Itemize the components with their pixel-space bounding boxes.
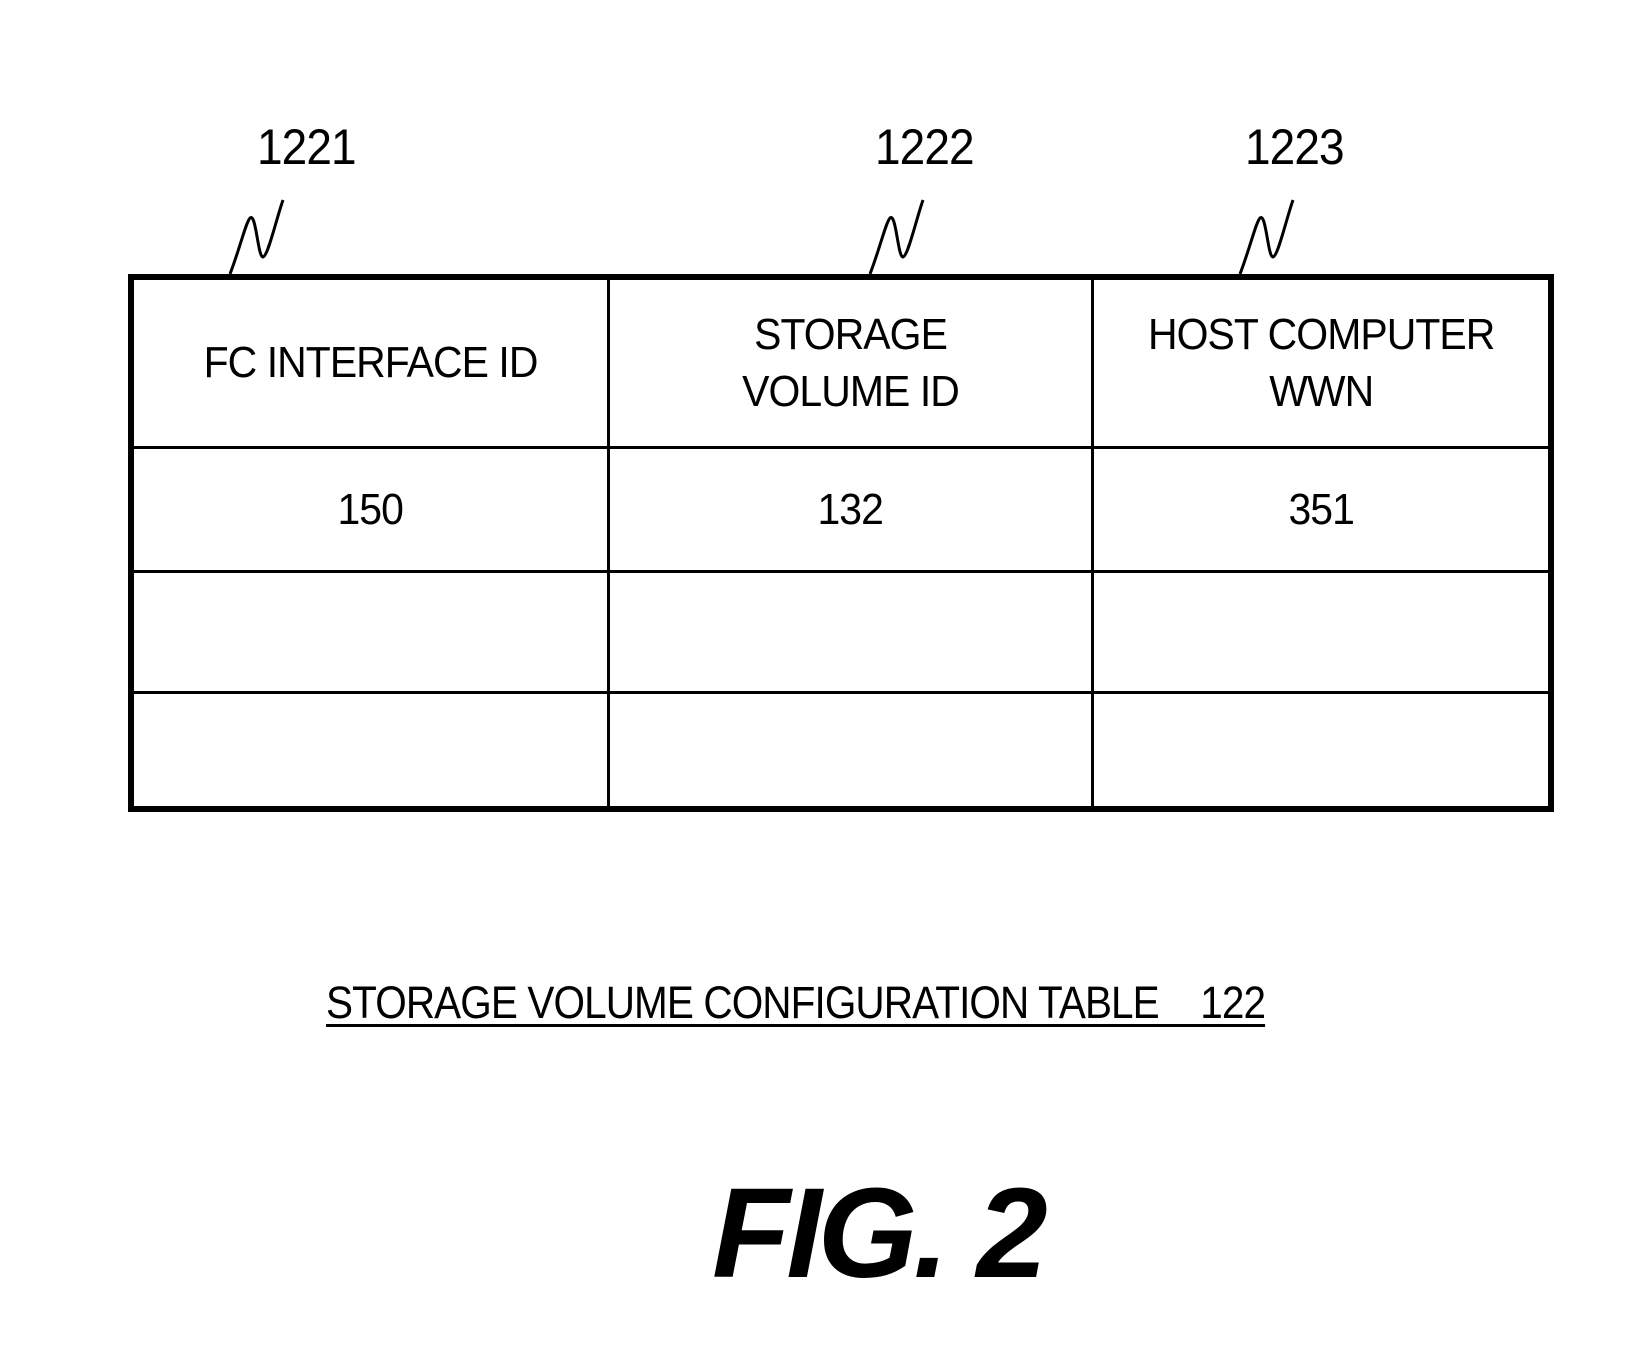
leader-line-1222 [868,199,925,275]
figure-label: FIG. 2 [712,1162,1048,1305]
cell-fc-interface-id [134,694,607,806]
table-row: 150 132 351 [134,446,1548,570]
cell-host-computer-wwn [1091,573,1548,691]
table-row [134,570,1548,691]
table-header-row: FC INTERFACE ID STORAGE VOLUME ID HOST C… [134,280,1548,446]
cell-host-computer-wwn [1091,694,1548,806]
header-storage-volume-id: STORAGE VOLUME ID [607,280,1091,446]
storage-volume-configuration-table: FC INTERFACE ID STORAGE VOLUME ID HOST C… [128,274,1554,812]
cell-host-computer-wwn: 351 [1091,449,1548,570]
header-fc-interface-id: FC INTERFACE ID [203,338,539,388]
leader-line-1223 [1238,199,1295,275]
cell-fc-interface-id: 150 [337,484,404,534]
cell-storage-volume-id [607,573,1091,691]
header-host-computer-wwn: HOST COMPUTER WWN [1091,280,1548,446]
table-caption: STORAGE VOLUME CONFIGURATION TABLE 122 [326,977,1266,1028]
cell-storage-volume-id [607,694,1091,806]
cell-storage-volume-id: 132 [607,449,1091,570]
table-row [134,691,1548,806]
leader-line-1221 [228,199,285,275]
cell-fc-interface-id [134,573,607,691]
